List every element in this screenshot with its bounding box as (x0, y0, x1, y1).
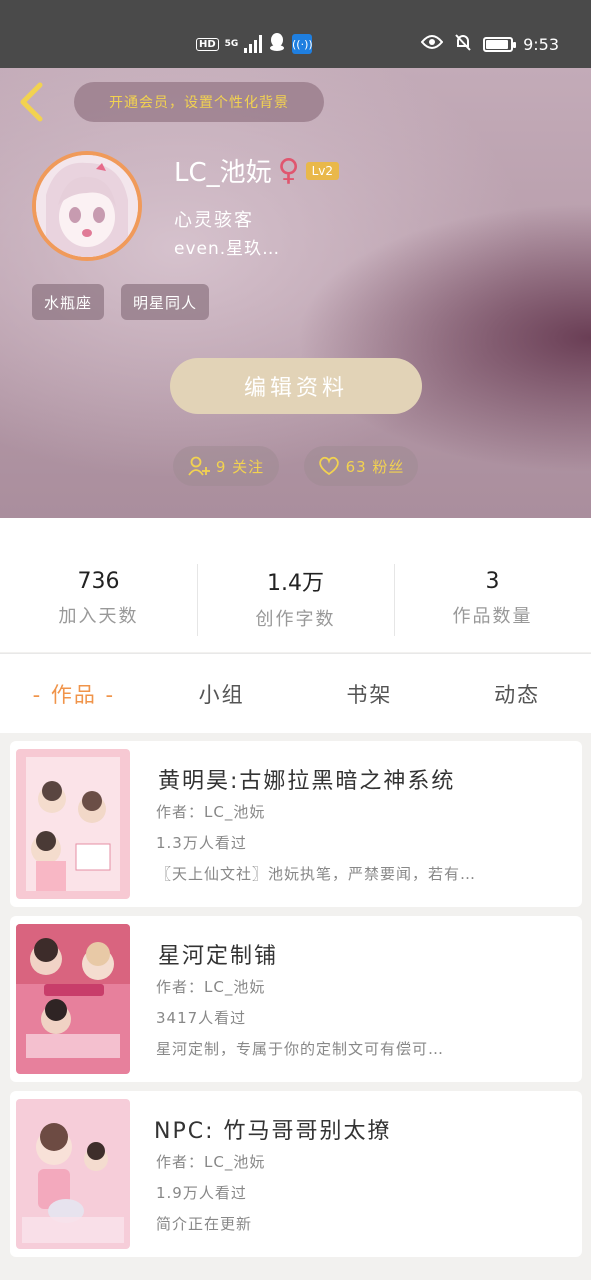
work-author: 作者：LC_池妧 (156, 978, 266, 996)
battery-icon (483, 36, 517, 52)
tab-bar: - 作品 - 小组 书架 动态 (0, 653, 591, 733)
stat-label: 创作字数 (255, 609, 336, 630)
work-views: 1.3万人看过 (156, 834, 247, 852)
work-author: 作者：LC_池妧 (156, 803, 266, 821)
eye-icon (420, 34, 444, 54)
level-badge: Lv2 (305, 161, 340, 180)
work-author: 作者：LC_池妧 (156, 1153, 266, 1171)
vip-banner-button[interactable]: 开通会员，设置个性化背景 (74, 82, 324, 122)
edit-profile-button[interactable]: 编辑资料 (170, 358, 422, 414)
chevron-left-icon (20, 82, 43, 122)
stat-days: 736 加入天数 (0, 518, 197, 652)
tag-category[interactable]: 明星同人 (121, 284, 210, 320)
stats-bar: 736 加入天数 1.4万 创作字数 3 作品数量 (0, 518, 591, 652)
avatar-illustration (36, 155, 138, 257)
work-description: 〖天上仙文社〗池妧执笔，严禁要闻，若有… (156, 865, 477, 883)
avatar[interactable] (32, 151, 142, 261)
tab-works[interactable]: - 作品 - (0, 654, 148, 733)
network-type: 5G (224, 38, 239, 49)
following-count: 9 关注 (215, 457, 265, 476)
stat-label: 加入天数 (58, 605, 139, 627)
status-left: HD 5G ((·)) (196, 32, 313, 56)
motto: 心灵骇客 (174, 210, 254, 231)
signal-icon (244, 35, 263, 53)
tag-zodiac[interactable]: 水瓶座 (32, 284, 105, 320)
qq-icon (268, 32, 286, 56)
mute-bell-icon (453, 32, 473, 56)
user-add-icon (188, 456, 210, 476)
profile-header: 开通会员，设置个性化背景 LC_池妧 ♀ Lv2 心灵骇客 even.星玖… 水… (0, 68, 591, 518)
stat-value: 3 (485, 568, 500, 594)
fans-count: 63 粉丝 (345, 457, 405, 476)
stat-label: 作品数量 (452, 605, 533, 627)
profile-name-row: LC_池妧 ♀ Lv2 (174, 152, 340, 189)
tab-bookshelf[interactable]: 书架 (296, 654, 444, 733)
book-cover (16, 1099, 130, 1249)
book-cover (16, 749, 130, 899)
username: LC_池妧 (174, 158, 272, 188)
work-views: 1.9万人看过 (156, 1184, 247, 1202)
work-views: 3417人看过 (156, 1009, 247, 1027)
work-card[interactable]: 星河定制铺 作者：LC_池妧 3417人看过 星河定制，专属于你的定制文可有偿可… (10, 916, 582, 1082)
work-description: 星河定制，专属于你的定制文可有偿可… (156, 1040, 445, 1058)
work-card[interactable]: NPC: 竹马哥哥别太撩 作者：LC_池妧 1.9万人看过 简介正在更新 (10, 1091, 582, 1257)
stat-value: 736 (77, 568, 120, 594)
stat-value: 1.4万 (267, 571, 324, 596)
status-right: 9:53 (420, 32, 559, 56)
fans-button[interactable]: 63 粉丝 (304, 446, 418, 486)
clock: 9:53 (523, 34, 559, 54)
hd-indicator: HD (196, 37, 219, 51)
female-icon: ♀ (277, 153, 300, 188)
status-bar: HD 5G ((·)) 9:53 (0, 0, 591, 68)
back-button[interactable] (14, 82, 48, 122)
work-title: NPC: 竹马哥哥别太撩 (154, 1119, 392, 1144)
work-card[interactable]: 黄明昊:古娜拉黑暗之神系统 作者：LC_池妧 1.3万人看过 〖天上仙文社〗池妧… (10, 741, 582, 907)
tab-groups[interactable]: 小组 (148, 654, 296, 733)
tab-activity[interactable]: 动态 (443, 654, 591, 733)
subtitle: even.星玖… (174, 239, 281, 259)
heart-icon (318, 456, 339, 476)
work-description: 简介正在更新 (156, 1215, 253, 1233)
following-button[interactable]: 9 关注 (173, 446, 279, 486)
stat-words: 1.4万 创作字数 (197, 518, 394, 652)
hotspot-icon: ((·)) (292, 34, 313, 54)
stat-works: 3 作品数量 (394, 518, 591, 652)
work-title: 星河定制铺 (158, 944, 279, 969)
work-title: 黄明昊:古娜拉黑暗之神系统 (158, 769, 456, 794)
book-cover (16, 924, 130, 1074)
